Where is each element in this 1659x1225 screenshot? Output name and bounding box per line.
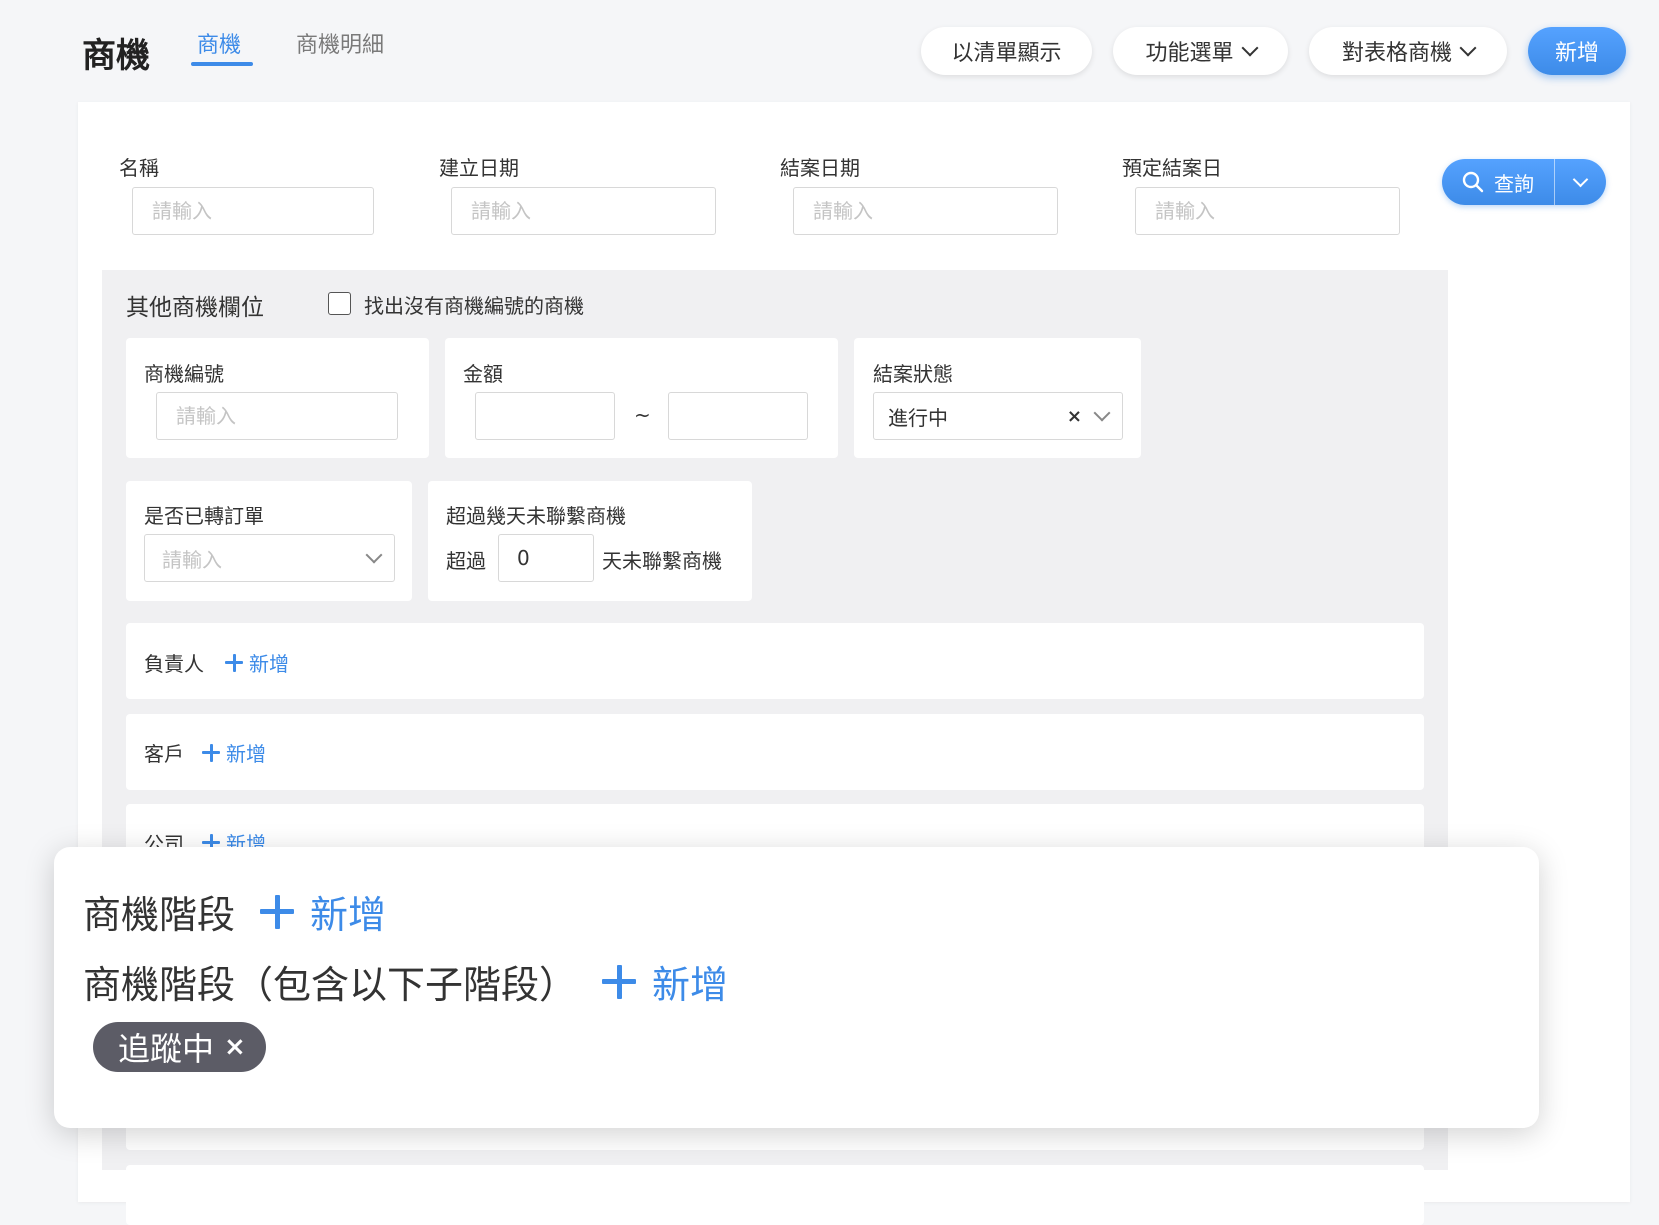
stage-add-link[interactable]: 新增 xyxy=(260,884,386,939)
query-dropdown-toggle[interactable] xyxy=(1555,159,1606,205)
owner-label: 負責人 xyxy=(144,652,204,676)
add-new-label: 新增 xyxy=(1554,40,1599,65)
tab-opportunity[interactable]: 商機 xyxy=(197,27,241,59)
stage-sub-label: 商機階段（包含以下子階段） xyxy=(83,963,578,1007)
list-view-label: 以清單顯示 xyxy=(951,40,1062,65)
closed-date-label: 結案日期 xyxy=(780,156,860,180)
created-date-label: 建立日期 xyxy=(439,156,519,180)
amount-to-input[interactable] xyxy=(668,392,808,440)
customer-add-label: 新增 xyxy=(226,742,266,766)
plus-icon xyxy=(602,964,636,999)
source-row xyxy=(126,1165,1424,1225)
stage-sub-add-label: 新增 xyxy=(652,963,729,1007)
owner-add-label: 新增 xyxy=(249,652,289,676)
expected-close-label: 預定結案日 xyxy=(1122,156,1222,180)
customer-add-link[interactable]: 新增 xyxy=(202,738,266,767)
converted-order-select[interactable]: 請輸入 xyxy=(144,534,395,582)
no-number-checkbox-label: 找出沒有商機編號的商機 xyxy=(364,294,584,318)
no-contact-suffix: 天未聯繫商機 xyxy=(602,549,722,573)
stage-tag-label: 追蹤中 xyxy=(118,1030,215,1068)
amount-range-separator: ~ xyxy=(634,403,651,427)
query-button-group: 查詢 xyxy=(1442,159,1606,205)
name-input[interactable] xyxy=(132,187,374,235)
no-contact-prefix: 超過 xyxy=(446,549,486,573)
search-icon xyxy=(1462,171,1484,193)
clear-icon[interactable]: × xyxy=(1067,406,1082,427)
no-number-checkbox[interactable] xyxy=(328,292,351,315)
add-new-button[interactable]: 新增 xyxy=(1528,27,1626,75)
remove-tag-icon[interactable]: × xyxy=(224,1032,246,1062)
function-menu-button[interactable]: 功能選單 xyxy=(1113,27,1288,75)
no-contact-label: 超過幾天未聯繫商機 xyxy=(446,504,626,528)
query-button[interactable]: 查詢 xyxy=(1442,159,1554,205)
list-view-button[interactable]: 以清單顯示 xyxy=(921,27,1092,75)
created-date-input[interactable] xyxy=(451,187,716,235)
other-fields-title: 其他商機欄位 xyxy=(126,295,264,321)
close-status-value: 進行中 xyxy=(888,405,948,430)
chevron-down-icon xyxy=(365,546,383,564)
owner-row xyxy=(126,623,1424,699)
amount-label: 金額 xyxy=(463,362,503,386)
query-label: 查詢 xyxy=(1494,171,1534,196)
function-menu-label: 功能選單 xyxy=(1145,40,1234,65)
customer-row xyxy=(126,714,1424,790)
plus-icon xyxy=(202,743,220,762)
stage-add-label: 新增 xyxy=(310,893,387,937)
close-status-label: 結案狀態 xyxy=(873,362,953,386)
expected-close-input[interactable] xyxy=(1135,187,1400,235)
table-opportunity-button[interactable]: 對表格商機 xyxy=(1309,27,1507,75)
converted-order-placeholder: 請輸入 xyxy=(162,547,222,572)
amount-from-input[interactable] xyxy=(475,392,615,440)
close-status-select[interactable]: 進行中 × xyxy=(873,392,1123,440)
customer-label: 客戶 xyxy=(144,742,184,766)
stage-label: 商機階段 xyxy=(83,893,236,937)
opportunity-no-label: 商機編號 xyxy=(144,362,224,386)
name-label: 名稱 xyxy=(119,156,159,180)
converted-order-label: 是否已轉訂單 xyxy=(144,504,264,528)
no-contact-days-input[interactable] xyxy=(498,534,594,582)
tab-opportunity-detail[interactable]: 商機明細 xyxy=(296,27,384,59)
page-title: 商機 xyxy=(82,36,150,76)
plus-icon xyxy=(225,653,243,672)
closed-date-input[interactable] xyxy=(793,187,1058,235)
chevron-down-icon xyxy=(1241,39,1258,57)
plus-icon xyxy=(260,894,294,929)
opportunity-no-input[interactable] xyxy=(156,392,398,440)
chevron-down-icon xyxy=(1459,39,1477,57)
owner-add-link[interactable]: 新增 xyxy=(225,648,289,677)
chevron-down-icon xyxy=(1572,171,1589,187)
stage-tag-chip: 追蹤中 × xyxy=(93,1022,266,1072)
chevron-down-icon xyxy=(1093,404,1111,422)
table-opportunity-label: 對表格商機 xyxy=(1341,40,1452,65)
stage-sub-add-link[interactable]: 新增 xyxy=(602,954,728,1009)
active-tab-indicator xyxy=(191,62,253,66)
